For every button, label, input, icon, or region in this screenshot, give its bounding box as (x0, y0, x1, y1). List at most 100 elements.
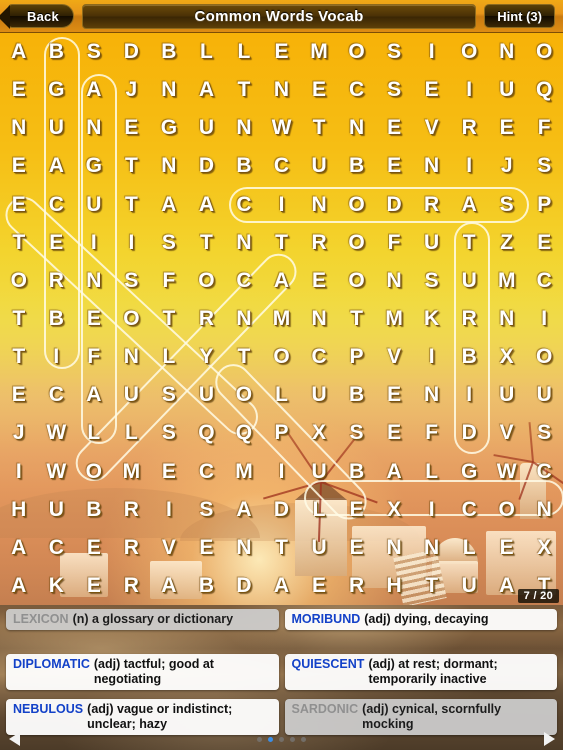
letter-cell[interactable]: T (113, 147, 151, 185)
letter-cell[interactable]: N (150, 71, 188, 109)
letter-cell[interactable]: B (225, 147, 263, 185)
letter-cell[interactable]: Q (525, 71, 563, 109)
letter-cell[interactable]: N (0, 109, 38, 147)
letter-cell[interactable]: S (338, 414, 376, 452)
letter-cell[interactable]: U (300, 147, 338, 185)
letter-cell[interactable]: E (375, 109, 413, 147)
letter-cell[interactable]: U (300, 452, 338, 490)
letter-cell[interactable]: O (525, 33, 563, 71)
letter-cell[interactable]: M (488, 262, 526, 300)
letter-cell[interactable]: U (488, 71, 526, 109)
letter-cell[interactable]: C (525, 452, 563, 490)
letter-cell[interactable]: E (375, 376, 413, 414)
letter-cell[interactable]: J (0, 414, 38, 452)
letter-cell[interactable]: X (525, 529, 563, 567)
letter-cell[interactable]: C (38, 376, 76, 414)
letter-cell[interactable]: L (75, 414, 113, 452)
letter-cell[interactable]: L (225, 33, 263, 71)
letter-cell[interactable]: R (38, 262, 76, 300)
letter-cell[interactable]: M (263, 300, 301, 338)
letter-cell[interactable]: C (38, 186, 76, 224)
letter-cell[interactable]: I (450, 71, 488, 109)
letter-cell[interactable]: R (113, 567, 151, 605)
letter-cell[interactable]: U (300, 529, 338, 567)
letter-cell[interactable]: J (488, 147, 526, 185)
letter-cell[interactable]: N (300, 300, 338, 338)
letter-cell[interactable]: E (338, 529, 376, 567)
letter-cell[interactable]: X (375, 491, 413, 529)
letter-cell[interactable]: S (525, 147, 563, 185)
letter-cell[interactable]: R (113, 529, 151, 567)
letter-cell[interactable]: T (263, 529, 301, 567)
letter-cell[interactable]: E (75, 567, 113, 605)
letter-cell[interactable]: D (113, 33, 151, 71)
letter-cell[interactable]: V (150, 529, 188, 567)
letter-cell[interactable]: B (150, 33, 188, 71)
letter-cell[interactable]: A (263, 262, 301, 300)
letter-cell[interactable]: T (0, 338, 38, 376)
letter-cell[interactable]: T (113, 186, 151, 224)
letter-cell[interactable]: G (75, 147, 113, 185)
letter-cell[interactable]: A (150, 186, 188, 224)
letter-cell[interactable]: J (113, 71, 151, 109)
letter-cell[interactable]: E (0, 376, 38, 414)
letter-cell[interactable]: L (413, 452, 451, 490)
letter-cell[interactable]: S (150, 414, 188, 452)
letter-cell[interactable]: G (450, 452, 488, 490)
letter-cell[interactable]: U (113, 376, 151, 414)
letter-cell[interactable]: W (263, 109, 301, 147)
letter-cell[interactable]: O (75, 452, 113, 490)
hint-button[interactable]: Hint (3) (484, 4, 555, 28)
letter-cell[interactable]: G (38, 71, 76, 109)
letter-cell[interactable]: X (300, 414, 338, 452)
letter-cell[interactable]: O (338, 262, 376, 300)
letter-cell[interactable]: M (113, 452, 151, 490)
letter-cell[interactable]: A (75, 376, 113, 414)
letter-cell[interactable]: S (413, 262, 451, 300)
letter-cell[interactable]: E (75, 300, 113, 338)
letter-cell[interactable]: S (525, 414, 563, 452)
letter-cell[interactable]: T (338, 300, 376, 338)
letter-cell[interactable]: I (38, 338, 76, 376)
letter-cell[interactable]: K (38, 567, 76, 605)
letter-cell[interactable]: C (225, 186, 263, 224)
letter-cell[interactable]: R (113, 491, 151, 529)
letter-cell[interactable]: A (225, 491, 263, 529)
letter-cell[interactable]: E (188, 529, 226, 567)
page-dot[interactable] (301, 736, 306, 742)
letter-cell[interactable]: R (338, 567, 376, 605)
letter-cell[interactable]: C (450, 491, 488, 529)
letter-cell[interactable]: P (525, 186, 563, 224)
letter-cell[interactable]: E (0, 71, 38, 109)
letter-cell[interactable]: C (188, 452, 226, 490)
letter-cell[interactable]: U (413, 224, 451, 262)
letter-cell[interactable]: O (338, 186, 376, 224)
letter-cell[interactable]: A (375, 452, 413, 490)
letter-cell[interactable]: A (150, 567, 188, 605)
page-dot[interactable] (268, 736, 273, 742)
letter-cell[interactable]: P (338, 338, 376, 376)
letter-cell[interactable]: N (338, 109, 376, 147)
letter-cell[interactable]: A (263, 567, 301, 605)
letter-cell[interactable]: O (338, 33, 376, 71)
letter-cell[interactable]: T (300, 109, 338, 147)
letter-cell[interactable]: C (525, 262, 563, 300)
letter-cell[interactable]: T (0, 224, 38, 262)
letter-cell[interactable]: A (188, 71, 226, 109)
letter-cell[interactable]: B (188, 567, 226, 605)
letter-cell[interactable]: D (450, 414, 488, 452)
letter-cell[interactable]: D (375, 186, 413, 224)
letter-cell[interactable]: F (375, 224, 413, 262)
letter-cell[interactable]: A (0, 567, 38, 605)
letter-cell[interactable]: N (413, 147, 451, 185)
letter-cell[interactable]: C (263, 147, 301, 185)
page-dot[interactable] (290, 736, 295, 742)
letter-cell[interactable]: B (38, 300, 76, 338)
letter-cell[interactable]: F (525, 109, 563, 147)
letter-cell[interactable]: F (75, 338, 113, 376)
letter-cell[interactable]: N (113, 338, 151, 376)
letter-cell[interactable]: C (338, 71, 376, 109)
letter-cell[interactable]: O (263, 338, 301, 376)
letter-cell[interactable]: E (488, 109, 526, 147)
letter-cell[interactable]: E (38, 224, 76, 262)
